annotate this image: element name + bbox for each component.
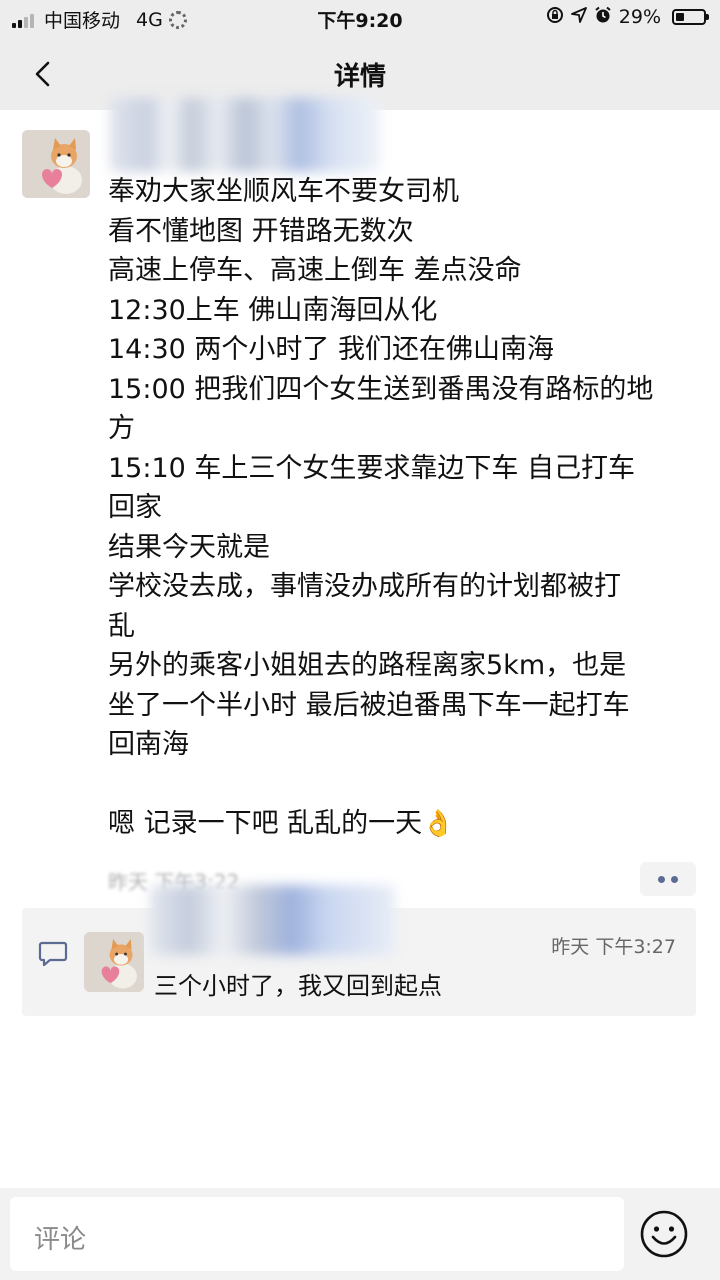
- post-line: 另外的乘客小姐姐去的路程离家5km，也是: [108, 650, 627, 681]
- post-line: 15:00 把我们四个女生送到番禺没有路标的地: [108, 373, 654, 405]
- post-content: 奉劝大家坐顺风车不要女司机 看不懂地图 开错路无数次高速上停车、高速上倒车 差点没…: [108, 172, 708, 844]
- post-line: 坐了一个半小时 最后被迫番禺下车一起打车: [108, 689, 630, 721]
- battery-percent: 29%: [618, 6, 661, 28]
- status-right: 29%: [546, 6, 709, 28]
- comment-time: 昨天 下午3:27: [551, 936, 676, 958]
- comment-input[interactable]: 评论: [10, 1197, 624, 1271]
- comment-placeholder: 评论: [34, 1225, 87, 1255]
- comment-bubble-icon: [38, 941, 68, 967]
- ok-hand-emoji: 👌: [422, 808, 455, 839]
- post-line: 乱: [108, 610, 135, 642]
- avatar[interactable]: [22, 130, 90, 198]
- rotation-lock-icon: [546, 6, 564, 28]
- location-arrow-icon: [570, 7, 587, 27]
- post-line: 回家: [108, 492, 162, 523]
- comment-input-bar: 评论: [0, 1188, 720, 1280]
- comment-text: 三个小时了，我又回到起点: [154, 972, 442, 1000]
- post-line: 看不懂地图 开错路无数次: [108, 215, 414, 247]
- battery-icon: [672, 9, 709, 25]
- commenter-name-blurred: [150, 885, 395, 955]
- post-line: 结果今天就是: [108, 531, 270, 563]
- post-line: 嗯 记录一下吧 乱乱的一天👌: [108, 804, 708, 844]
- post-line: 12:30上车 佛山南海回从化: [108, 294, 438, 326]
- alarm-icon: [594, 6, 612, 28]
- more-dots-icon[interactable]: [640, 862, 696, 896]
- author-name-blurred: [110, 98, 380, 172]
- post-line: 奉劝大家坐顺风车不要女司机: [108, 176, 459, 207]
- page-title: 详情: [333, 62, 386, 92]
- status-bar: 中国移动 4G 下午9:20 29%: [0, 0, 720, 38]
- post-line: 方: [108, 413, 135, 444]
- smiley-icon[interactable]: [638, 1208, 690, 1260]
- commenter-avatar[interactable]: [84, 932, 144, 992]
- post-line: 14:30 两个小时了 我们还在佛山南海: [108, 334, 554, 365]
- post-line: 高速上停车、高速上倒车 差点没命: [108, 255, 522, 286]
- post-line: 15:10 车上三个女生要求靠边下车 自己打车: [108, 452, 635, 484]
- post-line: [108, 765, 708, 805]
- post-line: 学校没去成，事情没办成所有的计划都被打: [108, 571, 621, 602]
- post-line: 回南海: [108, 729, 189, 760]
